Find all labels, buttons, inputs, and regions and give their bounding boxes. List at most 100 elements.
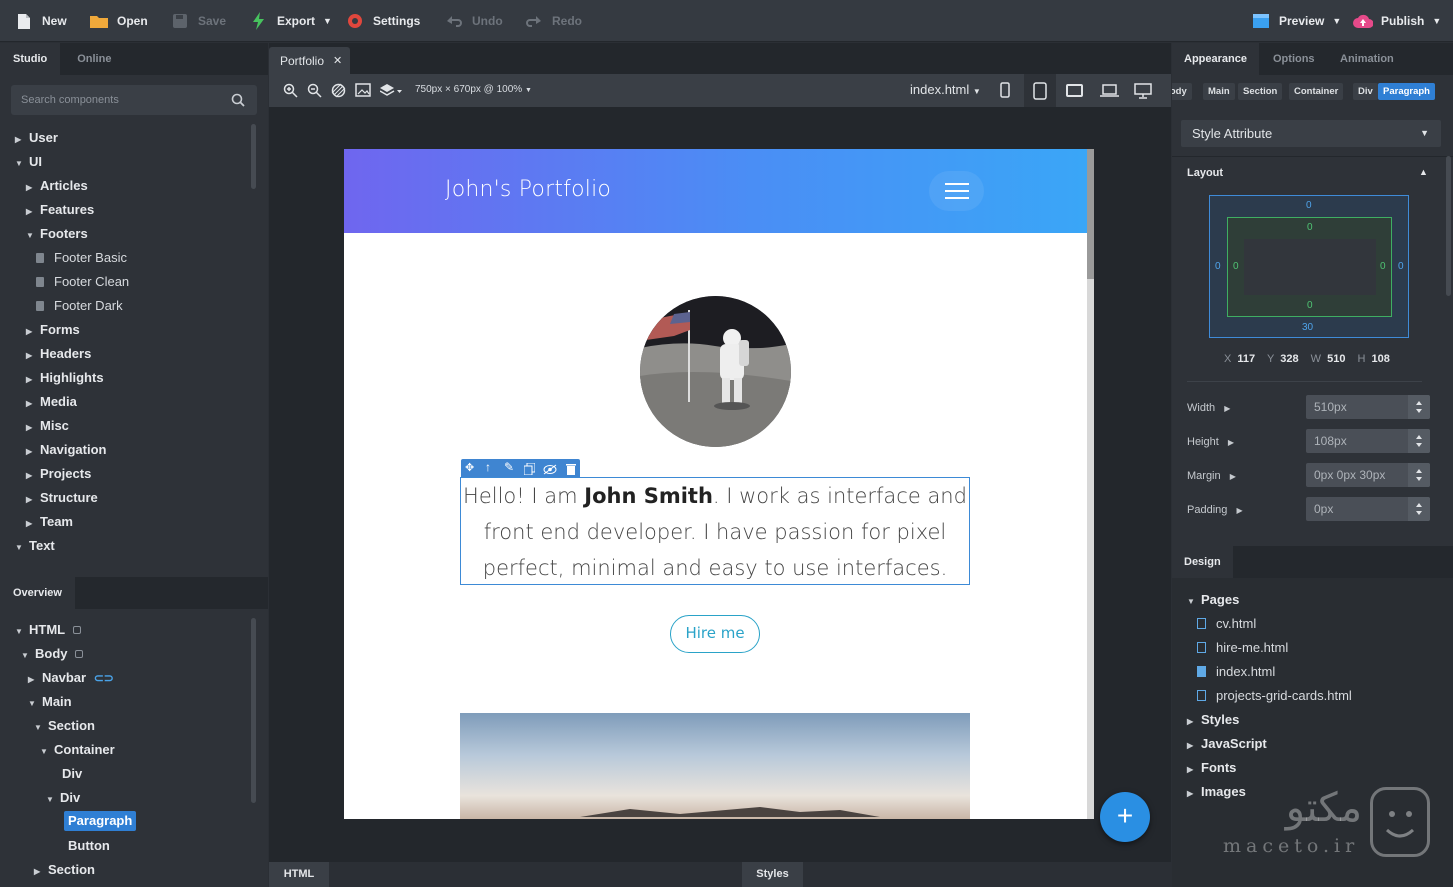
select-parent-icon[interactable]: ↑ — [485, 460, 491, 474]
overview-item-main[interactable]: ▼ Main — [28, 690, 72, 714]
tree-item-user[interactable]: ▶ User — [15, 126, 58, 150]
margin-bottom-value[interactable]: 30 — [1302, 322, 1313, 333]
overview-scrollbar[interactable] — [251, 618, 256, 803]
hamburger-menu-icon[interactable] — [929, 171, 984, 211]
padding-right-value[interactable]: 0 — [1380, 261, 1386, 272]
tree-item-features[interactable]: ▶ Features — [26, 198, 94, 222]
hide-eye-icon[interactable] — [543, 463, 557, 478]
padding-input[interactable]: 0px — [1306, 497, 1430, 521]
tree-item-footer-dark[interactable]: Footer Dark — [36, 294, 123, 318]
overview-item-button[interactable]: Button — [68, 834, 110, 858]
design-item-styles[interactable]: ▶ Styles — [1187, 708, 1239, 732]
grid-toggle-icon[interactable] — [331, 83, 346, 101]
breadcrumb-section[interactable]: Section — [1238, 83, 1283, 100]
phone-icon[interactable] — [1000, 82, 1010, 101]
tab-studio[interactable]: Studio — [0, 43, 61, 75]
tree-item-highlights[interactable]: ▶ Highlights — [26, 366, 104, 390]
tree-item-ui[interactable]: ▼ UI — [15, 150, 42, 174]
width-label[interactable]: Width ▶ — [1187, 402, 1230, 414]
margin-input[interactable]: 0px 0px 30px — [1306, 463, 1430, 487]
publish-button[interactable]: Publish ▼ — [1353, 0, 1441, 42]
tablet-landscape-icon[interactable] — [1066, 84, 1083, 100]
search-input[interactable] — [11, 85, 221, 115]
search-icon[interactable] — [231, 93, 245, 110]
tab-animation[interactable]: Animation — [1340, 43, 1394, 75]
tree-item-headers[interactable]: ▶ Headers — [26, 342, 91, 366]
tree-item-text[interactable]: ▼ Text — [15, 534, 55, 558]
overview-item-div[interactable]: Div — [62, 762, 82, 786]
settings-button[interactable]: Settings — [345, 0, 420, 42]
overview-item-container[interactable]: ▼ Container — [40, 738, 115, 762]
margin-right-value[interactable]: 0 — [1398, 261, 1404, 272]
overview-item-div-open[interactable]: ▼ Div — [46, 786, 80, 810]
margin-top-value[interactable]: 0 — [1306, 200, 1312, 211]
layers-icon[interactable] — [379, 83, 402, 101]
laptop-icon[interactable] — [1100, 84, 1119, 100]
design-item-pages[interactable]: ▼ Pages — [1187, 588, 1239, 612]
new-button[interactable]: New — [14, 0, 67, 42]
tab-online[interactable]: Online — [60, 43, 124, 75]
margin-left-value[interactable]: 0 — [1215, 261, 1221, 272]
overview-item-section-2[interactable]: ▶ Section — [34, 858, 95, 882]
component-tree-scrollbar[interactable] — [251, 124, 256, 189]
file-item-cv[interactable]: cv.html — [1197, 612, 1256, 636]
spinner-icon[interactable] — [1408, 463, 1430, 487]
move-icon[interactable]: ✥ — [465, 461, 474, 474]
overview-item-paragraph[interactable]: Paragraph — [64, 811, 137, 831]
paragraph-text[interactable]: Hello! I am John Smith. I work as interf… — [461, 478, 969, 586]
tree-item-footer-clean[interactable]: Footer Clean — [36, 270, 129, 294]
file-item-index[interactable]: index.html — [1197, 660, 1275, 684]
zoom-out-icon[interactable] — [307, 83, 322, 101]
add-component-button[interactable]: + — [1100, 792, 1150, 842]
tree-item-forms[interactable]: ▶ Forms — [26, 318, 80, 342]
design-item-fonts[interactable]: ▶ Fonts — [1187, 756, 1236, 780]
viewport-size-select[interactable]: 750px × 670px @ 100% ▼ — [415, 84, 532, 95]
tree-item-structure[interactable]: ▶ Structure — [26, 486, 98, 510]
tablet-icon[interactable] — [1024, 74, 1056, 107]
page-select[interactable]: index.html ▼ — [910, 82, 981, 97]
spinner-icon[interactable] — [1408, 395, 1430, 419]
selected-paragraph[interactable]: Hello! I am John Smith. I work as interf… — [460, 477, 970, 585]
width-input[interactable]: 510px — [1306, 395, 1430, 419]
breadcrumb-body[interactable]: Body — [1172, 83, 1192, 100]
layout-section-title[interactable]: Layout — [1187, 167, 1223, 179]
file-item-hire-me[interactable]: hire-me.html — [1197, 636, 1288, 660]
desktop-icon[interactable] — [1134, 83, 1152, 102]
tree-item-footer-basic[interactable]: Footer Basic — [36, 246, 127, 270]
file-item-projects-grid-cards[interactable]: projects-grid-cards.html — [1197, 684, 1352, 708]
duplicate-icon[interactable] — [523, 462, 536, 478]
tab-overview[interactable]: Overview — [0, 577, 75, 609]
export-button[interactable]: Export ▼ — [249, 0, 332, 42]
padding-bottom-value[interactable]: 0 — [1307, 300, 1313, 311]
tree-item-footers[interactable]: ▼ Footers — [26, 222, 88, 246]
preview-navbar[interactable]: John's Portfolio — [344, 149, 1087, 233]
tab-options[interactable]: Options — [1273, 43, 1315, 75]
open-button[interactable]: Open — [89, 0, 148, 42]
overview-item-html[interactable]: ▼ HTML — [15, 618, 81, 642]
tree-item-navigation[interactable]: ▶ Navigation — [26, 438, 106, 462]
appearance-scrollbar[interactable] — [1446, 156, 1451, 296]
padding-top-value[interactable]: 0 — [1307, 222, 1313, 233]
tab-html[interactable]: HTML — [269, 862, 329, 887]
overview-item-section[interactable]: ▼ Section — [34, 714, 95, 738]
overview-item-body[interactable]: ▼ Body — [21, 642, 84, 666]
design-item-javascript[interactable]: ▶ JavaScript — [1187, 732, 1267, 756]
hire-me-button[interactable]: Hire me — [670, 615, 760, 653]
padding-left-value[interactable]: 0 — [1233, 261, 1239, 272]
tree-item-projects[interactable]: ▶ Projects — [26, 462, 91, 486]
tab-design[interactable]: Design — [1172, 546, 1233, 578]
preview-brand[interactable]: John's Portfolio — [445, 177, 611, 202]
spinner-icon[interactable] — [1408, 429, 1430, 453]
padding-label[interactable]: Padding ▶ — [1187, 504, 1243, 516]
edit-icon[interactable]: ✎ — [504, 460, 514, 474]
breadcrumb-container[interactable]: Container — [1289, 83, 1344, 100]
tab-portfolio[interactable]: Portfolio ✕ — [269, 47, 350, 75]
breadcrumb-div[interactable]: Div — [1353, 83, 1378, 100]
redo-button[interactable]: Redo — [524, 0, 582, 42]
tree-item-articles[interactable]: ▶ Articles — [26, 174, 88, 198]
tree-item-media[interactable]: ▶ Media — [26, 390, 77, 414]
tab-styles[interactable]: Styles — [742, 862, 803, 887]
preview-button[interactable]: Preview ▼ — [1251, 0, 1341, 42]
breadcrumb-main[interactable]: Main — [1203, 83, 1235, 100]
spinner-icon[interactable] — [1408, 497, 1430, 521]
